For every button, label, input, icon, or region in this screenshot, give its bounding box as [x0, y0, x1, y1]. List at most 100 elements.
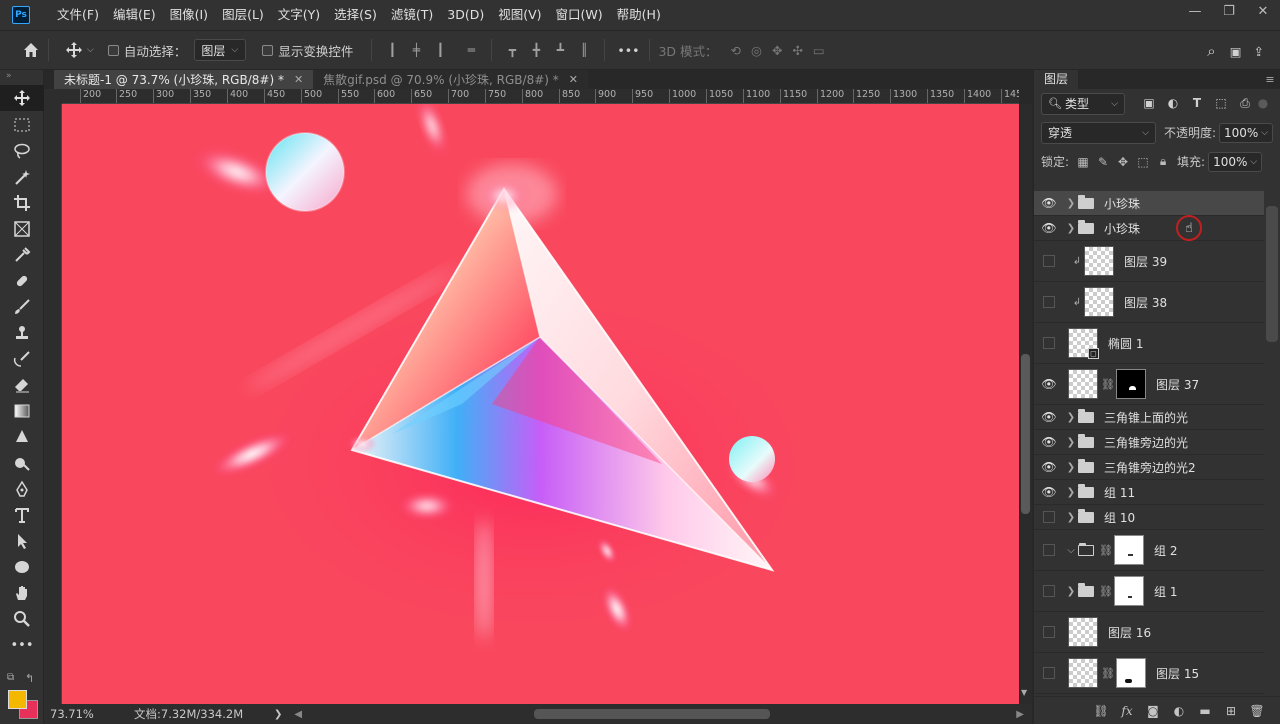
layers-scrollbar-thumb[interactable] — [1266, 206, 1278, 342]
close-icon[interactable]: ✕ — [569, 73, 578, 86]
filter-type-icon[interactable]: T — [1185, 96, 1209, 111]
status-menu-arrow[interactable]: ❯ — [274, 709, 282, 720]
fill-field[interactable]: 100% ⌵ — [1208, 151, 1263, 172]
move-tool-icon[interactable] — [0, 85, 44, 111]
menu-view[interactable]: 视图(V) — [491, 0, 548, 30]
dodge-tool-icon[interactable] — [0, 450, 44, 476]
menu-edit[interactable]: 编辑(E) — [106, 0, 163, 30]
distribute-icon[interactable]: ═ — [464, 43, 478, 57]
visibility-eye-icon[interactable]: 👁︎ — [1034, 435, 1064, 449]
visibility-toggle[interactable] — [1034, 255, 1064, 267]
filter-shape-icon[interactable]: ⬚ — [1209, 96, 1233, 111]
delete-layer-icon[interactable]: 🗑︎ — [1244, 704, 1270, 718]
menu-filter[interactable]: 滤镜(T) — [384, 0, 440, 30]
path-selection-tool-icon[interactable] — [0, 528, 44, 554]
distribute-vertical-icon[interactable]: ║ — [577, 43, 591, 57]
layer-row[interactable]: ↲ 图层 39 — [1034, 241, 1264, 282]
visibility-eye-icon[interactable]: 👁︎ — [1034, 410, 1064, 424]
visibility-toggle[interactable] — [1034, 296, 1064, 308]
visibility-toggle[interactable] — [1034, 544, 1064, 556]
menu-image[interactable]: 图像(I) — [163, 0, 215, 30]
group-mask-thumbnail[interactable] — [1114, 535, 1144, 565]
home-icon[interactable] — [22, 30, 40, 70]
expand-chevron-icon[interactable]: ❯ — [1064, 586, 1078, 597]
layer-mask-thumbnail[interactable] — [1116, 369, 1146, 399]
eyedropper-tool-icon[interactable] — [0, 242, 44, 268]
gradient-tool-icon[interactable] — [0, 398, 44, 424]
clone-stamp-tool-icon[interactable] — [0, 320, 44, 346]
layer-row[interactable]: 👁︎ ❯ 三角锥旁边的光2 — [1034, 455, 1264, 480]
menu-type[interactable]: 文字(Y) — [271, 0, 327, 30]
layer-row[interactable]: 👁︎ ❯ 三角锥上面的光 — [1034, 405, 1264, 430]
hand-tool-icon[interactable] — [0, 580, 44, 606]
align-right-icon[interactable]: ▕▏ — [431, 43, 449, 57]
align-bottom-icon[interactable]: ┻ — [553, 43, 567, 57]
more-options-button[interactable]: ••• — [617, 43, 639, 58]
align-vcenter-icon[interactable]: ╋ — [529, 43, 543, 57]
filter-adjustment-icon[interactable]: ◐ — [1161, 96, 1185, 111]
show-transform-checkbox[interactable] — [262, 44, 274, 56]
scroll-down-icon[interactable]: ▼ — [1021, 688, 1027, 697]
menu-3d[interactable]: 3D(D) — [440, 0, 491, 30]
expand-chevron-icon[interactable]: ❯ — [1064, 198, 1078, 209]
foreground-color-swatch[interactable] — [8, 690, 27, 709]
panel-menu-icon[interactable]: ≡ — [1260, 70, 1280, 89]
scrollbar-thumb[interactable] — [1021, 354, 1030, 514]
auto-select-checkbox[interactable] — [107, 44, 119, 56]
new-group-icon[interactable]: ▬ — [1192, 704, 1218, 718]
filter-smart-object-icon[interactable]: ⎙ — [1233, 96, 1257, 111]
3d-roll-icon[interactable]: ◎ — [751, 43, 762, 58]
layer-row[interactable]: ⌵ ⛓︎ 组 2 — [1034, 530, 1264, 571]
align-left-icon[interactable]: ▕▏ — [383, 43, 401, 57]
collapse-icon[interactable]: » — [0, 70, 43, 84]
visibility-toggle[interactable] — [1034, 511, 1064, 523]
visibility-eye-icon[interactable]: 👁︎ — [1034, 377, 1064, 391]
new-layer-icon[interactable]: ⊞ — [1218, 704, 1244, 718]
menu-window[interactable]: 窗口(W) — [549, 0, 610, 30]
filter-pixel-icon[interactable]: ▣ — [1137, 96, 1161, 111]
chain-link-icon[interactable]: ⛓︎ — [1099, 585, 1113, 598]
layer-row[interactable]: 👁︎ ❯ 小珍珠 — [1034, 191, 1264, 216]
group-mask-thumbnail[interactable] — [1114, 576, 1144, 606]
move-tool-icon[interactable]: ⌵ — [65, 30, 94, 70]
horizontal-scrollbar-thumb[interactable] — [534, 709, 770, 719]
tab-untitled-1[interactable]: 未标题-1 @ 73.7% (小珍珠, RGB/8#) * ✕ — [54, 70, 314, 89]
visibility-eye-icon[interactable]: 👁︎ — [1034, 460, 1064, 474]
layer-row[interactable]: 👁︎ ⛓︎ 图层 37 — [1034, 364, 1264, 405]
scroll-left-icon[interactable]: ◀ — [294, 709, 302, 720]
document-canvas[interactable] — [62, 104, 1019, 704]
type-tool-icon[interactable] — [0, 502, 44, 528]
scroll-right-icon[interactable]: ▶ — [1016, 709, 1024, 720]
pen-tool-icon[interactable] — [0, 476, 44, 502]
vertical-ruler[interactable] — [44, 104, 62, 704]
menu-layer[interactable]: 图层(L) — [215, 0, 271, 30]
horizontal-ruler[interactable]: 200 250 300 350 400 450 500 550 600 650 … — [62, 89, 1019, 104]
eraser-tool-icon[interactable] — [0, 372, 44, 398]
lock-transparent-icon[interactable]: ▦ — [1073, 155, 1093, 169]
workspace-icon[interactable]: ▣ — [1230, 44, 1242, 59]
visibility-eye-icon[interactable]: 👁︎ — [1034, 221, 1064, 235]
visibility-toggle[interactable] — [1034, 337, 1064, 349]
layer-row[interactable]: ↲ 图层 38 — [1034, 282, 1264, 323]
layer-mask-thumbnail[interactable] — [1116, 658, 1146, 688]
lock-artboard-icon[interactable]: ⬚ — [1133, 155, 1153, 169]
marquee-tool-icon[interactable] — [0, 112, 44, 138]
tab-caustics-gif[interactable]: 焦散gif.psd @ 70.9% (小珍珠, RGB/8#) * ✕ — [313, 70, 588, 89]
visibility-toggle[interactable] — [1034, 626, 1064, 638]
brush-tool-icon[interactable] — [0, 294, 44, 320]
magic-wand-tool-icon[interactable] — [0, 164, 44, 190]
chain-link-icon[interactable]: ⛓︎ — [1101, 667, 1115, 680]
crop-tool-icon[interactable] — [0, 190, 44, 216]
align-top-icon[interactable]: ┳ — [505, 43, 519, 57]
expand-chevron-icon[interactable]: ❯ — [1064, 462, 1078, 473]
expand-chevron-icon[interactable]: ❯ — [1064, 223, 1078, 234]
layer-row[interactable]: ⛓︎ 图层 15 — [1034, 653, 1264, 694]
visibility-eye-icon[interactable]: 👁︎ — [1034, 485, 1064, 499]
expand-chevron-icon[interactable]: ❯ — [1064, 487, 1078, 498]
more-tools-icon[interactable]: ••• — [0, 632, 44, 658]
layer-row[interactable]: ◻ 椭圆 1 — [1034, 323, 1264, 364]
add-mask-icon[interactable]: ◙ — [1140, 704, 1166, 718]
lasso-tool-icon[interactable] — [0, 138, 44, 164]
layer-row[interactable]: 图层 16 — [1034, 612, 1264, 653]
visibility-eye-icon[interactable]: 👁︎ — [1034, 196, 1064, 210]
